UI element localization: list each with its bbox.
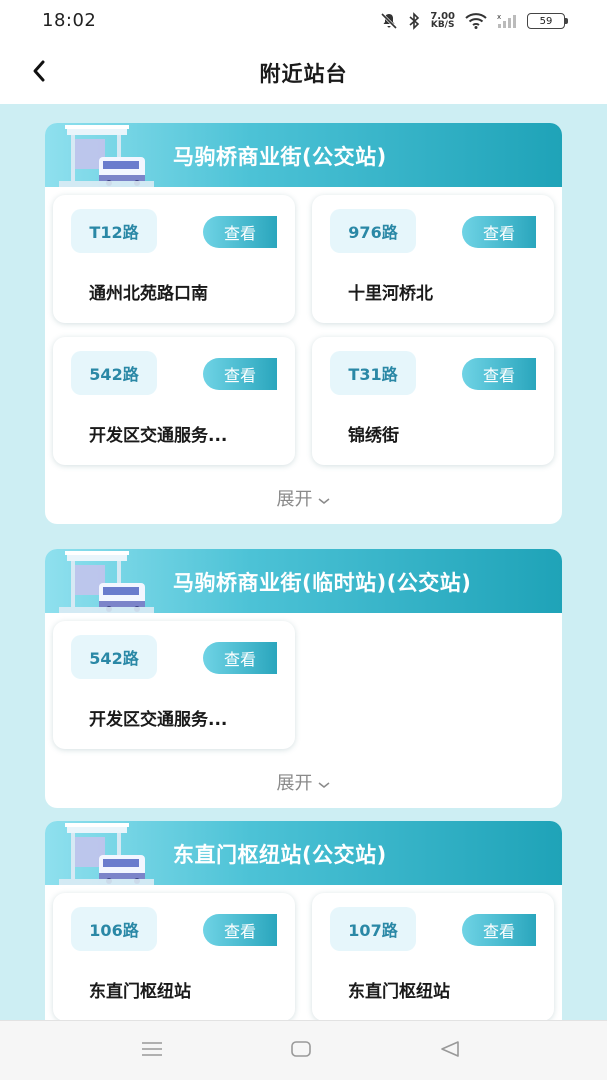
- station-name: 东直门枢纽站(公交站): [173, 843, 387, 867]
- mute-icon: [380, 12, 398, 30]
- station-card: 马驹桥商业街(临时站)(公交站) 542路 查看 开发区交通服务... 展开: [45, 549, 562, 808]
- svg-text:x: x: [497, 13, 501, 21]
- battery-icon: 59: [527, 13, 568, 29]
- view-button[interactable]: 查看: [203, 216, 277, 248]
- bluetooth-icon: [408, 12, 420, 30]
- station-header[interactable]: 马驹桥商业街(临时站)(公交站): [45, 549, 562, 613]
- stop-name: 东直门枢纽站: [348, 982, 450, 1002]
- view-button[interactable]: 查看: [462, 358, 536, 390]
- route-tile[interactable]: 976路 查看 十里河桥北: [312, 195, 554, 323]
- chevron-down-icon: [317, 774, 331, 795]
- route-number: T31路: [330, 351, 416, 395]
- stop-name: 开发区交通服务...: [89, 426, 228, 446]
- view-button[interactable]: 查看: [462, 914, 536, 946]
- route-tile[interactable]: T12路 查看 通州北苑路口南: [53, 195, 295, 323]
- station-card: 马驹桥商业街(公交站) T12路 查看 通州北苑路口南 976路 查看 十里河桥…: [45, 123, 562, 524]
- route-number: 107路: [330, 907, 416, 951]
- route-number: 106路: [71, 907, 157, 951]
- view-button[interactable]: 查看: [203, 642, 277, 674]
- content-area[interactable]: 马驹桥商业街(公交站) T12路 查看 通州北苑路口南 976路 查看 十里河桥…: [0, 104, 607, 1020]
- expand-label: 展开: [276, 773, 313, 794]
- back-triangle-icon: [439, 1040, 461, 1062]
- net-speed: 7.00 KB/S: [430, 12, 455, 30]
- route-tile[interactable]: 107路 查看 东直门枢纽站: [312, 893, 554, 1020]
- station-name: 马驹桥商业街(公交站): [173, 145, 387, 169]
- stop-name: 开发区交通服务...: [89, 710, 228, 730]
- stop-name: 通州北苑路口南: [89, 284, 208, 304]
- station-header[interactable]: 马驹桥商业街(公交站): [45, 123, 562, 187]
- wifi-icon: [465, 13, 487, 29]
- view-button[interactable]: 查看: [203, 914, 277, 946]
- system-navigation-bar: [0, 1020, 607, 1080]
- nav-header: 附近站台: [0, 42, 607, 104]
- stop-name: 东直门枢纽站: [89, 982, 191, 1002]
- home-button[interactable]: [287, 1039, 315, 1063]
- menu-button[interactable]: [138, 1039, 166, 1063]
- bus-stop-illustration-icon: [59, 551, 154, 613]
- menu-icon: [141, 1040, 163, 1062]
- route-number: 542路: [71, 635, 157, 679]
- status-time: 18:02: [42, 10, 97, 31]
- station-name: 马驹桥商业街(临时站)(公交站): [173, 571, 472, 595]
- route-number: T12路: [71, 209, 157, 253]
- station-card: 东直门枢纽站(公交站) 106路 查看 东直门枢纽站 107路 查看 东直门枢纽…: [45, 821, 562, 1020]
- stop-name: 十里河桥北: [348, 284, 433, 304]
- route-tile[interactable]: 542路 查看 开发区交通服务...: [53, 337, 295, 465]
- net-speed-unit: KB/S: [430, 20, 455, 30]
- home-icon: [290, 1040, 312, 1062]
- stop-name: 锦绣街: [348, 426, 399, 446]
- route-number: 976路: [330, 209, 416, 253]
- bus-stop-illustration-icon: [59, 125, 154, 187]
- route-tile[interactable]: 542路 查看 开发区交通服务...: [53, 621, 295, 749]
- expand-toggle[interactable]: 展开: [45, 769, 562, 795]
- route-tile[interactable]: 106路 查看 东直门枢纽站: [53, 893, 295, 1020]
- chevron-down-icon: [317, 490, 331, 511]
- expand-label: 展开: [276, 489, 313, 510]
- signal-icon: x: [497, 13, 517, 29]
- expand-toggle[interactable]: 展开: [45, 485, 562, 511]
- route-tile[interactable]: T31路 查看 锦绣街: [312, 337, 554, 465]
- back-system-button[interactable]: [436, 1039, 464, 1063]
- view-button[interactable]: 查看: [203, 358, 277, 390]
- station-header[interactable]: 东直门枢纽站(公交站): [45, 821, 562, 885]
- bus-stop-illustration-icon: [59, 823, 154, 885]
- route-number: 542路: [71, 351, 157, 395]
- status-bar: 18:02 7.00 KB/S x 59: [0, 0, 607, 42]
- view-button[interactable]: 查看: [462, 216, 536, 248]
- page-title: 附近站台: [259, 62, 348, 86]
- status-icons: 7.00 KB/S x 59: [380, 10, 568, 32]
